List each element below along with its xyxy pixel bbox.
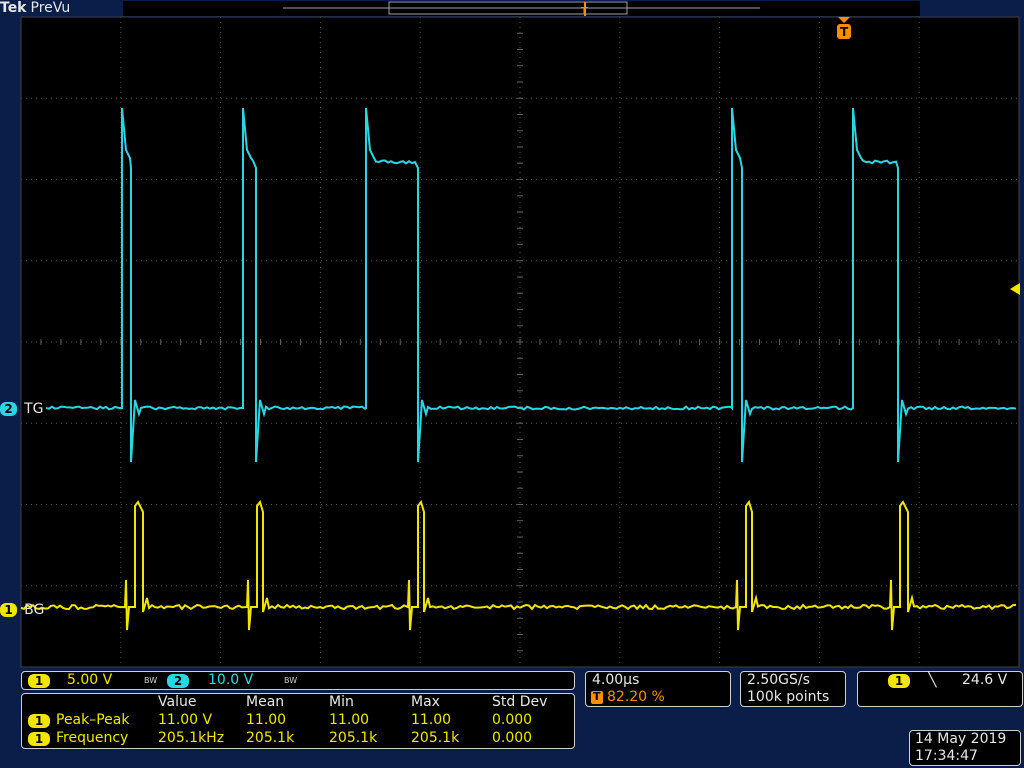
horizontal-settings[interactable]: 4.00µs T 82.20 %	[585, 671, 731, 707]
record-length: 100k points	[747, 689, 829, 705]
sample-rate: 2.50GS/s	[747, 672, 810, 688]
trigger-source-badge: 1	[888, 674, 910, 688]
ch1-marker-badge: 1	[0, 603, 17, 617]
time: 17:34:47	[915, 748, 978, 764]
meas-min: 205.1k	[329, 730, 377, 746]
col-header-min: Min	[329, 694, 354, 710]
meas-std-dev: 0.000	[492, 712, 532, 728]
row-channel-badge: 1	[28, 714, 50, 728]
ch2-bw-limit-icon: BW	[284, 676, 297, 685]
acquisition-settings[interactable]: 2.50GS/s 100k points	[740, 671, 846, 707]
col-header-mean: Mean	[246, 694, 284, 710]
waveform-display[interactable]: T T	[0, 0, 1024, 768]
ch2-label: TG	[24, 401, 43, 417]
falling-edge-icon: ╲	[928, 672, 936, 688]
ch2-scale[interactable]: 10.0 V	[208, 672, 253, 688]
ch1-badge: 1	[28, 674, 50, 688]
row-channel-badge: 1	[28, 732, 50, 746]
record-trigger-marker: T	[581, 6, 588, 17]
ch1-bw-limit-icon: BW	[144, 676, 157, 685]
meas-max: 205.1k	[411, 730, 459, 746]
ch1-scale[interactable]: 5.00 V	[67, 672, 112, 688]
meas-max: 11.00	[411, 712, 451, 728]
ch2-marker-badge: 2	[0, 402, 17, 416]
trigger-position-small-label: T	[593, 690, 601, 703]
trigger-position-small-icon: T	[591, 691, 603, 704]
date-time: 14 May 2019 17:34:47	[909, 730, 1021, 766]
trigger-settings[interactable]: 1 ╲ 24.6 V	[857, 671, 1023, 707]
date: 14 May 2019	[915, 731, 1006, 747]
ch1-ground-marker[interactable]: 1 BG	[0, 599, 44, 618]
ch2-ground-marker[interactable]: 2 TG	[0, 398, 44, 417]
meas-value: 205.1kHz	[158, 730, 224, 746]
col-header-value: Value	[158, 694, 196, 710]
meas-std-dev: 0.000	[492, 730, 532, 746]
horizontal-scale[interactable]: 4.00µs	[592, 672, 639, 688]
ch2-badge: 2	[167, 674, 189, 688]
meas-name: Peak–Peak	[56, 712, 130, 728]
meas-name: Frequency	[56, 730, 128, 746]
col-header-max: Max	[411, 694, 440, 710]
ch1-label: BG	[24, 602, 44, 618]
meas-value: 11.00 V	[158, 712, 212, 728]
vertical-settings[interactable]: 1 5.00 V BW 2 10.0 V BW	[21, 671, 575, 690]
meas-mean: 205.1k	[246, 730, 294, 746]
meas-min: 11.00	[329, 712, 369, 728]
measurement-table[interactable]: Value Mean Min Max Std Dev 1 Peak–Peak 1…	[21, 693, 575, 749]
meas-mean: 11.00	[246, 712, 286, 728]
horizontal-position[interactable]: 82.20 %	[607, 689, 665, 705]
col-header-std-dev: Std Dev	[492, 694, 547, 710]
trigger-level[interactable]: 24.6 V	[962, 672, 1007, 688]
trigger-position-label: T	[840, 25, 849, 39]
